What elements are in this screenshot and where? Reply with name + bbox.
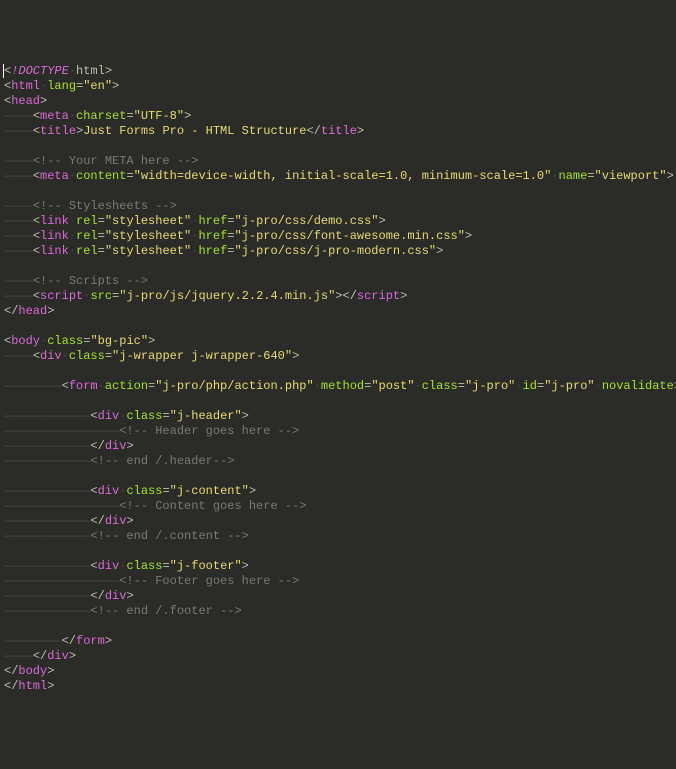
code-line: <html·lang="en"> <box>4 79 672 94</box>
code-line: ————————————————<!-- Header goes here --… <box>4 424 672 439</box>
code-line: ————<div·class="j-wrapper j-wrapper-640"… <box>4 349 672 364</box>
code-line: </head> <box>4 304 672 319</box>
code-line: ————<link·rel="stylesheet"·href="j-pro/c… <box>4 214 672 229</box>
code-line: ————————————<!-- end /.footer --> <box>4 604 672 619</box>
code-editor[interactable]: <!DOCTYPE·html><html·lang="en"><head>———… <box>4 64 672 694</box>
code-line: ————<title>Just Forms Pro - HTML Structu… <box>4 124 672 139</box>
code-line: ————————</form> <box>4 634 672 649</box>
code-line: </body> <box>4 664 672 679</box>
code-line: ————</div> <box>4 649 672 664</box>
code-line: ————————————————<!-- Content goes here -… <box>4 499 672 514</box>
code-line: ————————————<div·class="j-content"> <box>4 484 672 499</box>
code-line <box>4 184 672 199</box>
code-line: ————<meta·charset="UTF-8"> <box>4 109 672 124</box>
code-line <box>4 319 672 334</box>
code-line <box>4 259 672 274</box>
code-line: <head> <box>4 94 672 109</box>
code-line <box>4 394 672 409</box>
code-line: ————————<form·action="j-pro/php/action.p… <box>4 379 672 394</box>
code-line: ————————————</div> <box>4 589 672 604</box>
code-line: ————<meta·content="width=device-width, i… <box>4 169 672 184</box>
code-line: ————————————<!-- end /.content --> <box>4 529 672 544</box>
code-line: <body·class="bg-pic"> <box>4 334 672 349</box>
code-line <box>4 364 672 379</box>
code-line: ————<link·rel="stylesheet"·href="j-pro/c… <box>4 229 672 244</box>
code-line: <!DOCTYPE·html> <box>4 64 672 79</box>
code-line: ————<!-- Stylesheets --> <box>4 199 672 214</box>
code-line: ————<!-- Your META here --> <box>4 154 672 169</box>
code-line: </html> <box>4 679 672 694</box>
code-line: ————————————————<!-- Footer goes here --… <box>4 574 672 589</box>
code-line <box>4 619 672 634</box>
code-line <box>4 139 672 154</box>
code-line: ————<!-- Scripts --> <box>4 274 672 289</box>
code-line <box>4 469 672 484</box>
code-line: ————<link·rel="stylesheet"·href="j-pro/c… <box>4 244 672 259</box>
code-line: ————————————<div·class="j-header"> <box>4 409 672 424</box>
code-line <box>4 544 672 559</box>
code-line: ————<script·src="j-pro/js/jquery.2.2.4.m… <box>4 289 672 304</box>
code-line: ————————————<!-- end /.header--> <box>4 454 672 469</box>
code-line: ————————————</div> <box>4 439 672 454</box>
code-line: ————————————</div> <box>4 514 672 529</box>
code-line: ————————————<div·class="j-footer"> <box>4 559 672 574</box>
